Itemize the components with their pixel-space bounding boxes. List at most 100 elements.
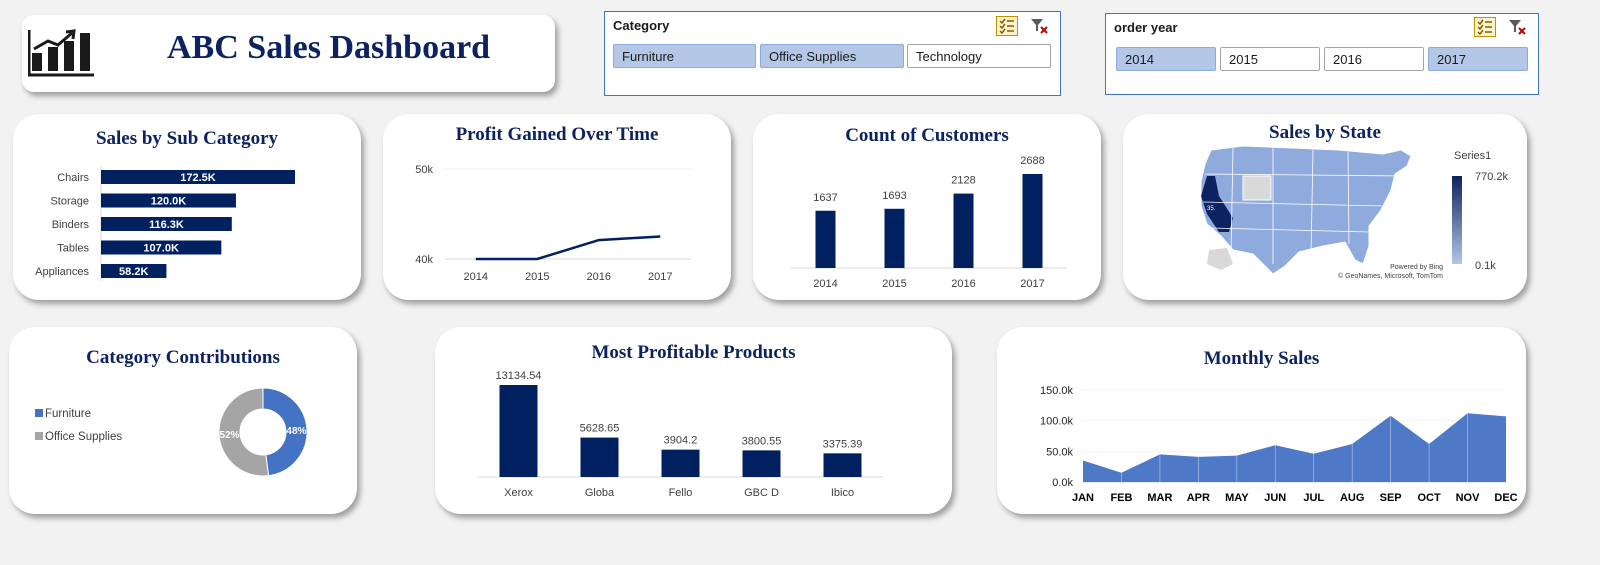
data-label: 1693 xyxy=(882,190,906,202)
data-label: 2128 xyxy=(951,175,975,187)
slicer-item-2015[interactable]: 2015 xyxy=(1220,47,1320,71)
multi-select-icon[interactable] xyxy=(1474,17,1496,37)
slicer-item-2017[interactable]: 2017 xyxy=(1428,47,1528,71)
bar-chart-logo-icon xyxy=(28,29,94,77)
category-label: Chairs xyxy=(57,172,89,184)
x-tick-label: 2014 xyxy=(813,278,837,290)
y-tick-label: 0.0k xyxy=(1052,477,1073,489)
profit-over-time-chart: 40k 50k 2014 2015 2016 2017 xyxy=(415,164,691,283)
x-tick-label: NOV xyxy=(1456,492,1481,504)
category-label: Storage xyxy=(50,196,89,208)
dashboard-header: ABC Sales Dashboard xyxy=(22,15,555,92)
x-tick-label: 2014 xyxy=(464,271,488,283)
x-tick-label: 2016 xyxy=(951,278,975,290)
map-credit-geonames: © GeoNames, Microsoft, TomTom xyxy=(1338,272,1443,280)
data-label: 2688 xyxy=(1020,155,1044,167)
most-profitable-products-chart: 13134.54 Xerox 5628.65 Globa 3904.2 Fello 3800… xyxy=(478,370,883,499)
legend-label: Furniture xyxy=(45,408,91,420)
x-tick-label: MAY xyxy=(1225,492,1249,504)
x-tick-label: SEP xyxy=(1380,492,1402,504)
data-label: 13134.54 xyxy=(496,370,542,382)
bar xyxy=(815,210,836,268)
category-slicer: Category Furniture Office Supplies Techn… xyxy=(604,11,1061,96)
california-value-label: 35. xyxy=(1207,206,1216,212)
multi-select-icon[interactable] xyxy=(996,16,1018,36)
slicer-item-office-supplies[interactable]: Office Supplies xyxy=(760,44,904,68)
clear-filter-icon[interactable] xyxy=(1029,16,1051,36)
x-tick-label: GBC D xyxy=(744,487,779,499)
clear-filter-icon[interactable] xyxy=(1507,17,1529,37)
data-label: 52% xyxy=(220,430,240,441)
map-legend-series: Series1 xyxy=(1454,150,1491,162)
x-tick-label: 2017 xyxy=(648,271,672,283)
x-tick-label: FEB xyxy=(1110,492,1132,504)
bar xyxy=(884,208,905,268)
category-contributions-chart: 48% Furniture 52% Office Supplies xyxy=(35,387,308,477)
count-of-customers-card: Count of Customers 1637 2014 1693 2015 2128 2… xyxy=(753,114,1101,300)
x-tick-label: MAR xyxy=(1147,492,1172,504)
x-tick-label: AUG xyxy=(1340,492,1364,504)
map-legend-max: 770.2k xyxy=(1475,171,1509,183)
x-tick-label: Xerox xyxy=(504,487,533,499)
data-label: 58.2K xyxy=(119,266,148,278)
slicer-item-2014[interactable]: 2014 xyxy=(1116,47,1216,71)
map-legend-gradient xyxy=(1452,176,1462,264)
x-tick-label: DEC xyxy=(1494,492,1517,504)
y-tick-label: 40k xyxy=(415,254,433,266)
us-state-map: 35. Powered by Bing © GeoNames, Microsof… xyxy=(1200,145,1509,280)
map-legend-min: 0.1k xyxy=(1475,260,1496,272)
x-tick-label: Globa xyxy=(585,487,615,499)
data-label: 48% xyxy=(286,426,306,437)
bar xyxy=(661,449,700,477)
sales-area xyxy=(1083,413,1506,482)
data-label: 116.3K xyxy=(149,219,184,231)
x-tick-label: JUL xyxy=(1303,492,1324,504)
legend-swatch xyxy=(35,432,43,440)
x-tick-label: OCT xyxy=(1417,492,1441,504)
most-profitable-products-card: Most Profitable Products 13134.54 Xerox 56… xyxy=(435,327,952,514)
x-tick-label: 2015 xyxy=(525,271,549,283)
data-label: 3800.55 xyxy=(742,435,782,447)
dashboard-title: ABC Sales Dashboard xyxy=(167,29,491,66)
y-tick-label: 50.0k xyxy=(1046,446,1073,458)
bar xyxy=(823,453,862,477)
bar xyxy=(580,437,619,477)
sales-by-state-card: Sales by State 35. Powered by Bing © Geo… xyxy=(1123,114,1527,300)
x-tick-label: 2017 xyxy=(1020,278,1044,290)
profit-line xyxy=(475,235,661,261)
order-year-slicer: order year 2014 2015 2016 2017 xyxy=(1105,13,1539,95)
legend-label: Office Supplies xyxy=(45,431,122,443)
y-tick-label: 100.0k xyxy=(1040,416,1074,428)
data-label: 1637 xyxy=(813,192,837,204)
x-tick-label: JUN xyxy=(1264,492,1286,504)
category-contributions-card: Category Contributions 48% Furniture 52% Of… xyxy=(9,327,357,514)
profit-over-time-card: Profit Gained Over Time 40k 50k 2014 2015 20… xyxy=(383,114,731,300)
data-label: 172.5K xyxy=(180,172,216,184)
legend-swatch xyxy=(35,409,43,417)
order-year-slicer-title: order year xyxy=(1114,20,1178,35)
slicer-item-furniture[interactable]: Furniture xyxy=(613,44,756,68)
category-slicer-title: Category xyxy=(613,18,670,33)
bar xyxy=(742,450,781,477)
category-label: Tables xyxy=(57,243,89,255)
data-label: 120.0K xyxy=(151,196,187,208)
slicer-item-2016[interactable]: 2016 xyxy=(1324,47,1424,71)
bar xyxy=(499,385,538,477)
monthly-sales-chart: 0.0k 50.0k 100.0k 150.0k JAN FEB MAR APR MAY JUN J… xyxy=(1040,385,1518,504)
sales-by-subcategory-chart: Chairs 172.5K Storage 120.0K Binders 116.3K Ta… xyxy=(35,166,295,282)
bar xyxy=(1022,174,1043,268)
slicer-item-technology[interactable]: Technology xyxy=(907,44,1051,68)
count-of-customers-chart: 1637 2014 1693 2015 2128 2016 2688 2017 xyxy=(791,155,1067,290)
sales-by-subcategory-card: Sales by Sub Category Chairs 172.5K Storag… xyxy=(13,114,361,300)
alaska-shape xyxy=(1207,248,1233,270)
monthly-sales-card: Monthly Sales 0.0k 50.0k 100.0k 150.0k JAN FE… xyxy=(997,327,1526,514)
x-tick-label: 2016 xyxy=(587,271,611,283)
category-label: Appliances xyxy=(35,266,89,278)
x-tick-label: Ibico xyxy=(831,487,854,499)
map-credit-bing: Powered by Bing xyxy=(1390,264,1443,271)
y-tick-label: 150.0k xyxy=(1040,385,1074,397)
bar xyxy=(953,193,974,268)
x-tick-label: Fello xyxy=(669,487,693,499)
category-label: Binders xyxy=(52,219,90,231)
y-tick-label: 50k xyxy=(415,164,433,176)
